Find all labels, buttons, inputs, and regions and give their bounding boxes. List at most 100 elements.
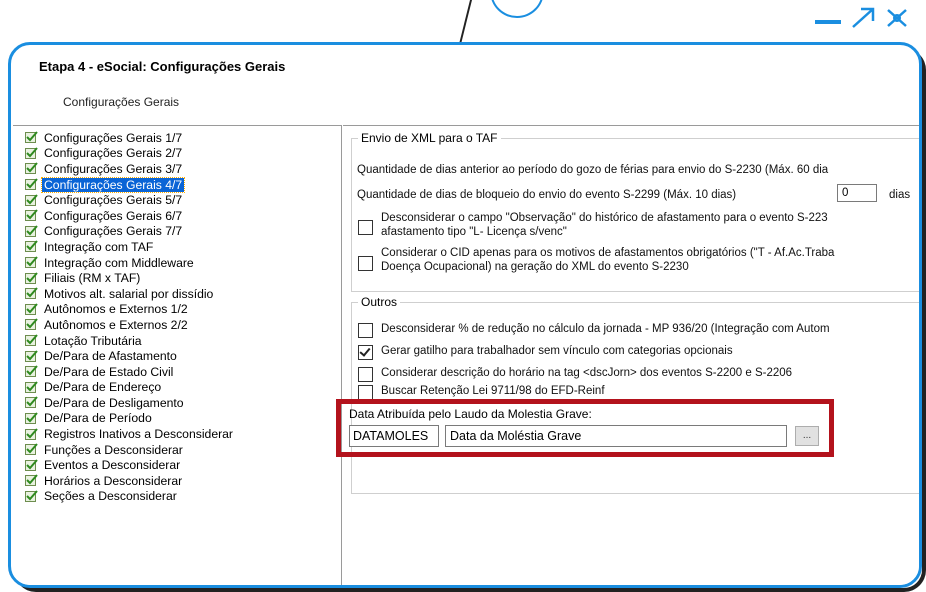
desconsiderar-observacao-checkbox[interactable] — [358, 220, 373, 235]
tree-item[interactable]: Motivos alt. salarial por dissídio — [13, 286, 341, 302]
tree-item-label: Configurações Gerais 1/7 — [44, 130, 183, 145]
tree-item[interactable]: Registros Inativos a Desconsiderar — [13, 426, 341, 442]
checked-item-icon — [25, 271, 38, 285]
dias-bloqueio-label: Quantidade de dias de bloqueio do envio … — [357, 189, 737, 201]
dias-bloqueio-input[interactable]: 0 — [837, 184, 877, 202]
close-icon[interactable] — [884, 6, 910, 34]
tree-item[interactable]: Eventos a Desconsiderar — [13, 457, 341, 473]
decorative-circle-icon — [490, 0, 544, 18]
checked-item-icon — [25, 162, 38, 175]
checked-item-icon — [25, 490, 38, 503]
checked-item-icon — [25, 474, 38, 487]
molestia-code-input[interactable]: DATAMOLES — [349, 425, 439, 447]
checked-item-icon — [25, 381, 38, 394]
tree-item-label: Autônomos e Externos 1/2 — [44, 302, 188, 317]
considerar-descricao-checkbox[interactable] — [358, 367, 373, 382]
tree-item-label: Motivos alt. salarial por dissídio — [44, 286, 214, 301]
checked-item-icon — [25, 443, 38, 456]
tree-item[interactable]: Configurações Gerais 1/7 — [13, 130, 341, 146]
gerar-gatilho-checkbox[interactable] — [358, 345, 373, 360]
minimize-icon[interactable] — [815, 20, 841, 24]
tree-item-label: Configurações Gerais 3/7 — [44, 161, 183, 176]
tree-item-label: Seções a Desconsiderar — [44, 489, 177, 504]
decorative-line — [458, 0, 472, 48]
dias-suffix: dias — [889, 189, 911, 201]
checked-item-icon — [25, 178, 38, 191]
tree-item-label: Integração com Middleware — [44, 255, 194, 270]
cid-line1: Considerar o CID apenas para os motivos … — [381, 247, 835, 259]
dialog-window: Etapa 4 - eSocial: Configurações Gerais … — [8, 42, 922, 588]
tree-item-label: Configurações Gerais 7/7 — [44, 224, 183, 239]
tree-item[interactable]: De/Para de Desligamento — [13, 395, 341, 411]
tree-item-label: Lotação Tributária — [44, 333, 142, 348]
tree-item[interactable]: De/Para de Estado Civil — [13, 364, 341, 380]
tree-item[interactable]: Configurações Gerais 4/7 — [13, 176, 341, 193]
tree-item-label: De/Para de Estado Civil — [44, 364, 174, 379]
checked-item-icon — [25, 225, 38, 238]
tree-item-label: Configurações Gerais 2/7 — [44, 146, 183, 161]
checked-item-icon — [25, 396, 38, 409]
obs-line2: afastamento tipo "L- Licença s/venc" — [381, 226, 567, 238]
tree-item[interactable]: De/Para de Endereço — [13, 380, 341, 396]
outros-group-title: Outros — [358, 295, 401, 309]
considerar-cid-checkbox[interactable] — [358, 256, 373, 271]
checked-item-icon — [25, 256, 38, 269]
tree-item-label: Funções a Desconsiderar — [44, 442, 183, 457]
molestia-label: Data Atribuída pelo Laudo da Molestia Gr… — [349, 407, 592, 421]
tree-item-label: Filiais (RM x TAF) — [44, 271, 141, 286]
tree-item-label: Configurações Gerais 6/7 — [44, 208, 183, 223]
checked-item-icon — [25, 349, 38, 363]
settings-panel: Envio de XML para o TAF Quantidade de di… — [343, 125, 919, 585]
tree-item[interactable]: Lotação Tributária — [13, 333, 341, 349]
checked-item-icon — [25, 194, 38, 207]
tree-item-label: De/Para de Endereço — [44, 380, 162, 395]
opt4-label: Buscar Retenção Lei 9711/98 do EFD-Reinf — [381, 385, 605, 397]
opt1-label: Desconsiderar % de redução no cálculo da… — [381, 323, 830, 335]
tree-item[interactable]: Configurações Gerais 7/7 — [13, 224, 341, 240]
checked-item-icon — [25, 131, 38, 144]
checked-item-icon — [25, 303, 38, 316]
obs-line1: Desconsiderar o campo "Observação" do hi… — [381, 212, 828, 224]
tree-item-label: Configurações Gerais 4/7 — [40, 176, 186, 193]
tree-item[interactable]: Configurações Gerais 2/7 — [13, 146, 341, 162]
tree-item[interactable]: Seções a Desconsiderar — [13, 489, 341, 505]
checked-item-icon — [25, 209, 38, 222]
tree-item[interactable]: Integração com Middleware — [13, 255, 341, 271]
tree-item[interactable]: Configurações Gerais 3/7 — [13, 161, 341, 177]
desconsiderar-reducao-checkbox[interactable] — [358, 323, 373, 338]
window-title: Etapa 4 - eSocial: Configurações Gerais — [39, 59, 286, 74]
tree-item[interactable]: Funções a Desconsiderar — [13, 442, 341, 458]
checked-item-icon — [25, 240, 38, 253]
cid-line2: Doença Ocupacional) na geração do XML do… — [381, 261, 689, 273]
tree-item[interactable]: Autônomos e Externos 1/2 — [13, 302, 341, 318]
checked-item-icon — [25, 287, 38, 300]
tree-item-label: Integração com TAF — [44, 239, 154, 254]
lookup-button[interactable]: ... — [795, 426, 819, 446]
opt3-label: Considerar descrição do horário na tag <… — [381, 367, 793, 379]
tree-item[interactable]: Configurações Gerais 5/7 — [13, 192, 341, 208]
checked-item-icon — [25, 147, 38, 160]
checked-item-icon — [25, 427, 38, 441]
tree-item-label: Registros Inativos a Desconsiderar — [44, 427, 233, 442]
tree-item[interactable]: De/Para de Período — [13, 411, 341, 427]
maximize-icon[interactable] — [850, 6, 878, 34]
tree-item[interactable]: Filiais (RM x TAF) — [13, 270, 341, 286]
tree-item[interactable]: Configurações Gerais 6/7 — [13, 208, 341, 224]
tree-item-label: De/Para de Afastamento — [44, 349, 177, 364]
tree-item[interactable]: Autônomos e Externos 2/2 — [13, 317, 341, 333]
molestia-description-input[interactable]: Data da Moléstia Grave — [445, 425, 787, 447]
window-subtitle: Configurações Gerais — [63, 95, 180, 109]
dias-ferias-label: Quantidade de dias anterior ao período d… — [357, 164, 829, 176]
checked-item-icon — [25, 459, 38, 472]
tree-item-label: De/Para de Desligamento — [44, 395, 184, 410]
envio-group-title: Envio de XML para o TAF — [358, 131, 501, 145]
tree-item[interactable]: Horários a Desconsiderar — [13, 473, 341, 489]
tree-item[interactable]: De/Para de Afastamento — [13, 348, 341, 364]
buscar-retencao-checkbox[interactable] — [358, 385, 373, 400]
settings-tree[interactable]: Configurações Gerais 1/7 Configurações Ge… — [13, 125, 342, 585]
tree-item[interactable]: Integração com TAF — [13, 239, 341, 255]
checked-item-icon — [25, 318, 38, 331]
tree-item-label: Horários a Desconsiderar — [44, 473, 183, 488]
opt2-label: Gerar gatilho para trabalhador sem víncu… — [381, 345, 733, 357]
checked-item-icon — [25, 365, 38, 378]
